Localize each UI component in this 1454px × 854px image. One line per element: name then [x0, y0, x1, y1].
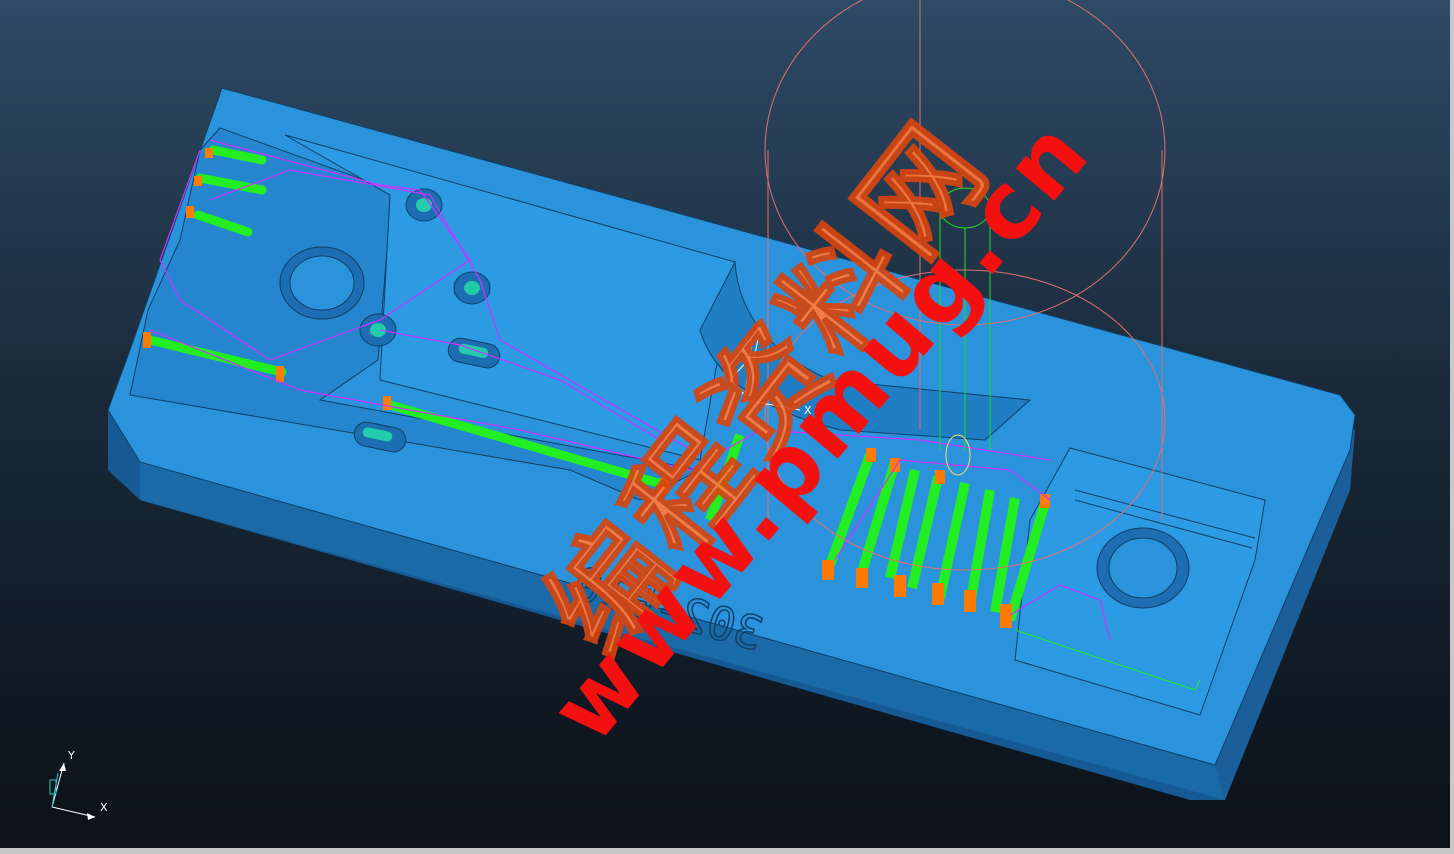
triad-y-label: Y [68, 749, 75, 762]
graphics-viewport[interactable]: 302-E10 Y X 编程资料网 www.pmug.cn Y X [0, 0, 1454, 854]
view-triad: Y X [40, 745, 120, 830]
wcs-x-label: X [804, 404, 812, 417]
wcs-y-label: Y [755, 324, 763, 337]
window-bottom-border [0, 848, 1454, 854]
window-right-border [1450, 0, 1454, 854]
hole-small-2 [453, 271, 491, 305]
hole-small-3 [359, 313, 397, 347]
model-scene[interactable]: 302-E10 Y X [0, 0, 1454, 854]
hole-large-left [279, 246, 365, 320]
hole-large-right [1096, 527, 1190, 609]
triad-x-label: X [100, 801, 108, 814]
triad-axes-icon [49, 762, 96, 820]
